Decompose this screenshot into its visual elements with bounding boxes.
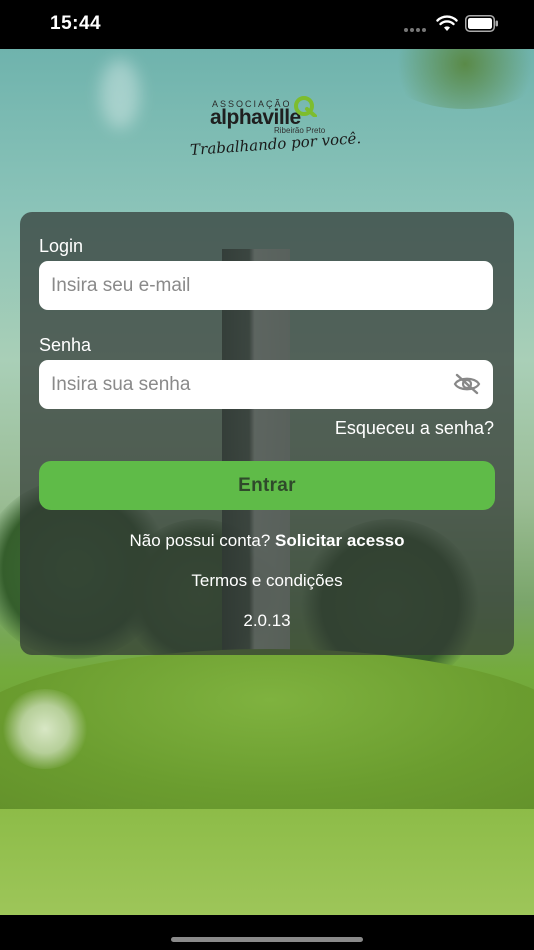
no-account-text: Não possui conta? xyxy=(129,531,271,550)
cellular-signal-icon xyxy=(404,28,428,32)
alphaville-logo: ASSOCIAÇÃO alphaville Ribeirão Preto Tra… xyxy=(190,95,362,167)
logo-mark-icon xyxy=(294,96,317,117)
email-placeholder: Insira seu e-mail xyxy=(51,275,191,296)
battery-icon xyxy=(465,15,498,32)
password-placeholder: Insira sua senha xyxy=(51,374,191,395)
bottom-bar xyxy=(0,915,534,950)
forgot-password-link[interactable]: Esqueceu a senha? xyxy=(335,418,494,439)
app-version: 2.0.13 xyxy=(243,611,291,630)
status-bar: 15:44 xyxy=(0,0,534,49)
wifi-icon xyxy=(436,15,458,31)
signup-prompt: Não possui conta? Solicitar acesso xyxy=(20,531,514,551)
login-card: Login Insira seu e-mail Senha Insira sua… xyxy=(20,212,514,655)
password-label: Senha xyxy=(39,335,92,355)
request-access-link[interactable]: Solicitar acesso xyxy=(275,531,404,550)
login-label: Login xyxy=(39,236,84,256)
password-input[interactable]: Insira sua senha xyxy=(39,360,493,409)
status-time: 15:44 xyxy=(50,13,102,34)
eye-off-icon[interactable] xyxy=(453,373,481,395)
home-indicator[interactable] xyxy=(171,937,363,942)
terms-link[interactable]: Termos e condições xyxy=(20,571,514,591)
email-input[interactable]: Insira seu e-mail xyxy=(39,261,493,310)
login-button[interactable]: Entrar xyxy=(39,461,495,510)
